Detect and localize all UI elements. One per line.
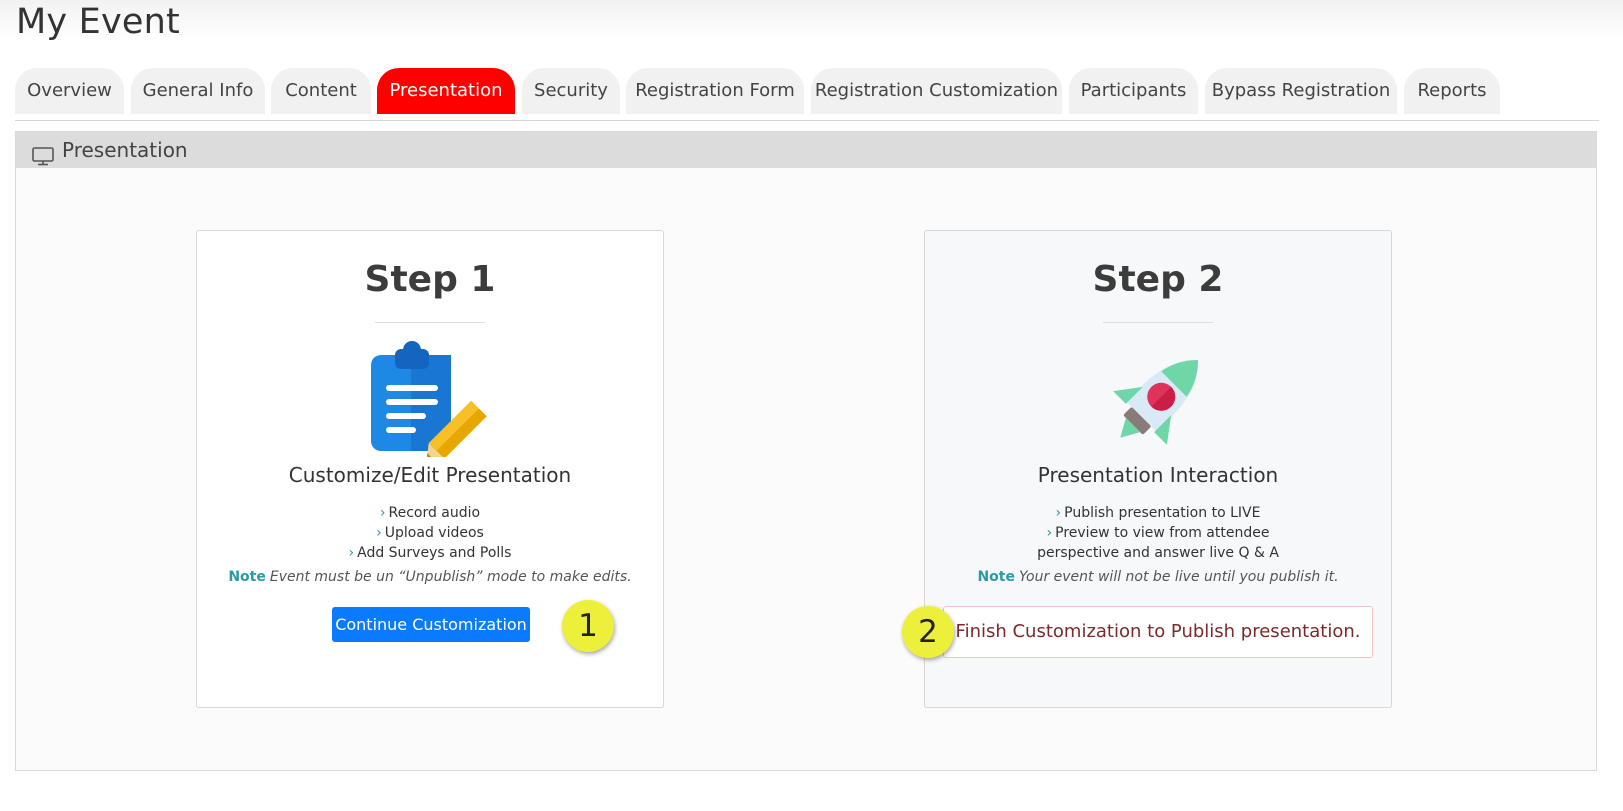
step1-divider	[375, 322, 485, 323]
step2-title: Step 2	[1092, 259, 1224, 300]
note-text: Your event will not be live until you pu…	[1019, 569, 1339, 585]
step1-title: Step 1	[364, 259, 496, 300]
page-title: My Event	[16, 2, 180, 42]
tab-overview[interactable]: Overview	[15, 68, 124, 114]
callout-marker-2: 2	[902, 606, 954, 658]
step1-heading: Customize/Edit Presentation	[288, 463, 572, 487]
chevron-right-icon: ›	[348, 545, 355, 561]
list-item: › Upload videos	[376, 525, 484, 541]
publish-alert: Finish Customization to Publish presenta…	[943, 606, 1373, 658]
tab-bar: Overview General Info Content Presentati…	[15, 68, 1599, 121]
tab-security[interactable]: Security	[522, 68, 620, 114]
list-item: › Preview to view from attendee	[1046, 525, 1270, 541]
note-label: Note	[228, 569, 266, 585]
step2-card: Step 2 Presentation Interaction › Publish…	[924, 230, 1392, 708]
clipboard-edit-icon	[369, 341, 489, 461]
tab-registration-form[interactable]: Registration Form	[626, 68, 804, 114]
continue-customization-button[interactable]: Continue Customization	[332, 607, 530, 642]
list-item: › Record audio	[379, 505, 481, 521]
rocket-icon	[1097, 341, 1217, 461]
tab-content[interactable]: Content	[271, 68, 371, 114]
presentation-panel: Presentation Step 1 Customize/Edit Prese…	[15, 131, 1597, 771]
tab-reports[interactable]: Reports	[1404, 68, 1500, 114]
step2-note: Note Your event will not be live until yo…	[925, 569, 1391, 585]
tab-registration-customization[interactable]: Registration Customization	[811, 68, 1062, 114]
list-item: perspective and answer live Q & A	[1037, 545, 1279, 561]
chevron-right-icon: ›	[1055, 505, 1062, 521]
monitor-icon	[32, 141, 54, 177]
chevron-right-icon: ›	[376, 525, 382, 541]
step2-divider	[1103, 322, 1213, 323]
tab-general-info[interactable]: General Info	[131, 68, 265, 114]
chevron-right-icon: ›	[1046, 525, 1053, 541]
tab-bypass-registration[interactable]: Bypass Registration	[1205, 68, 1397, 114]
chevron-right-icon: ›	[379, 505, 386, 521]
panel-header: Presentation	[16, 132, 1596, 168]
step2-feature-list: › Publish presentation to LIVE › Preview t…	[925, 503, 1391, 563]
step1-note: Note Event must be un “Unpublish” mode to…	[197, 569, 663, 585]
callout-marker-1: 1	[562, 600, 614, 652]
tab-participants[interactable]: Participants	[1069, 68, 1198, 114]
note-label: Note	[977, 569, 1015, 585]
list-item: › Add Surveys and Polls	[348, 545, 512, 561]
panel-title: Presentation	[62, 138, 188, 162]
tab-presentation[interactable]: Presentation	[377, 68, 515, 114]
note-text: Event must be un “Unpublish” mode to mak…	[269, 569, 632, 585]
step1-feature-list: › Record audio › Upload videos › Add Survey…	[197, 503, 663, 563]
list-item: › Publish presentation to LIVE	[1055, 505, 1261, 521]
header-background	[0, 0, 1623, 40]
step2-heading: Presentation Interaction	[1037, 463, 1279, 487]
